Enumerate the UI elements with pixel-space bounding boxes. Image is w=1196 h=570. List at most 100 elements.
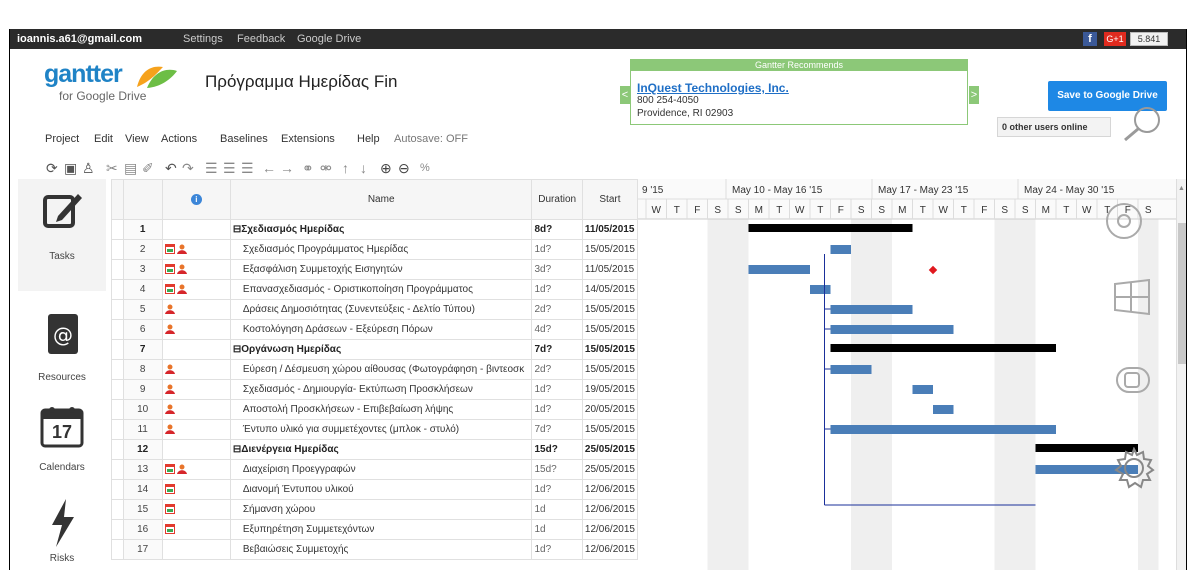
duration-cell[interactable]: 8d? bbox=[531, 219, 583, 240]
link-icon[interactable]: ⚭ bbox=[302, 160, 314, 176]
row-number[interactable]: 1 bbox=[122, 219, 163, 240]
start-cell[interactable]: 14/05/2015 bbox=[581, 279, 639, 300]
start-cell[interactable]: 20/05/2015 bbox=[581, 399, 639, 420]
indent-icon[interactable]: ☰ bbox=[205, 160, 218, 176]
task-name-cell[interactable]: Εξασφάλιση Συμμετοχής Εισηγητών bbox=[229, 259, 533, 280]
table-row[interactable]: 16 Εξυπηρέτηση Συμμετεχόντων 1d 12/06/2015 bbox=[111, 519, 639, 540]
task-name-cell[interactable]: Εύρεση / Δέσμευση χώρου αίθουσας (Φωτογρ… bbox=[229, 359, 533, 380]
start-cell[interactable]: 15/05/2015 bbox=[581, 419, 639, 440]
percent-icon[interactable]: % bbox=[420, 160, 430, 176]
duration-cell[interactable]: 1d? bbox=[531, 379, 583, 400]
duration-cell[interactable]: 1d? bbox=[531, 239, 583, 260]
task-name-cell[interactable]: Αποστολή Προσκλήσεων - Επιβεβαίωση λήψης bbox=[229, 399, 533, 420]
row-number[interactable]: 15 bbox=[122, 499, 163, 520]
start-cell[interactable]: 19/05/2015 bbox=[581, 379, 639, 400]
sidebar-tasks[interactable]: Tasks bbox=[18, 179, 106, 291]
print-icon[interactable]: ♙ bbox=[82, 160, 95, 176]
settings-link[interactable]: Settings bbox=[183, 33, 223, 45]
task-name-cell[interactable]: Σχεδιασμός - Δημιουργία- Εκτύπωση Προσκλ… bbox=[229, 379, 533, 400]
row-number[interactable]: 9 bbox=[122, 379, 163, 400]
row-number[interactable]: 8 bbox=[122, 359, 163, 380]
duration-cell[interactable]: 1d? bbox=[531, 399, 583, 420]
start-cell[interactable]: 12/06/2015 bbox=[581, 539, 639, 560]
duration-cell[interactable]: 15d? bbox=[531, 439, 583, 460]
row-number[interactable]: 2 bbox=[122, 239, 163, 260]
row-number[interactable]: 14 bbox=[122, 479, 163, 500]
table-row[interactable]: 8 Εύρεση / Δέσμευση χώρου αίθουσας (Φωτογ… bbox=[111, 359, 639, 380]
start-cell[interactable]: 11/05/2015 bbox=[581, 259, 639, 280]
search-icon[interactable] bbox=[1107, 105, 1169, 143]
facebook-share-button[interactable]: f bbox=[1083, 32, 1097, 46]
task-name-cell[interactable]: Βεβαιώσεις Συμμετοχής bbox=[229, 539, 533, 560]
menu-edit[interactable]: Edit bbox=[94, 133, 113, 145]
menu-baselines[interactable]: Baselines bbox=[220, 133, 268, 145]
start-cell[interactable]: 25/05/2015 bbox=[581, 459, 639, 480]
task-name-cell[interactable]: Εξυπηρέτηση Συμμετεχόντων bbox=[229, 519, 533, 540]
collapse-icon[interactable]: ⊟ bbox=[233, 444, 241, 455]
collapse-icon[interactable]: ⊟ bbox=[233, 224, 241, 235]
menu-project[interactable]: Project bbox=[45, 133, 79, 145]
outdent-icon[interactable]: ☰ bbox=[223, 160, 236, 176]
table-row[interactable]: 5 Δράσεις Δημοσιότητας (Συνεντεύξεις - Δε… bbox=[111, 299, 639, 320]
task-name-cell[interactable]: Επανασχεδιασμός - Οριστικοποίηση Προγράμ… bbox=[229, 279, 533, 300]
duration-cell[interactable]: 1d? bbox=[531, 279, 583, 300]
task-name-cell[interactable]: Σήμανση χώρου bbox=[229, 499, 533, 520]
task-name-cell[interactable]: Διαχείριση Προεγγραφών bbox=[229, 459, 533, 480]
unlink-icon[interactable]: ⚮ bbox=[320, 160, 332, 176]
vertical-scrollbar[interactable]: ▲ bbox=[1176, 179, 1186, 570]
row-number[interactable]: 5 bbox=[122, 299, 163, 320]
start-cell[interactable]: 12/06/2015 bbox=[581, 519, 639, 540]
task-name-cell[interactable]: ⊟Σχεδιασμός Ημερίδας bbox=[229, 219, 533, 240]
table-row[interactable]: 13 Διαχείριση Προεγγραφών 15d? 25/05/2015 bbox=[111, 459, 639, 480]
row-number[interactable]: 11 bbox=[122, 419, 163, 440]
duration-cell[interactable]: 4d? bbox=[531, 319, 583, 340]
table-row[interactable]: 17 Βεβαιώσεις Συμμετοχής 1d? 12/06/2015 bbox=[111, 539, 639, 560]
duration-cell[interactable]: 7d? bbox=[531, 419, 583, 440]
menu-extensions[interactable]: Extensions bbox=[281, 133, 335, 145]
row-number[interactable]: 17 bbox=[122, 539, 163, 560]
task-name-cell[interactable]: Έντυπο υλικό για συμμετέχοντες (μπλοκ - … bbox=[229, 419, 533, 440]
account-email[interactable]: ioannis.a61@gmail.com bbox=[17, 33, 142, 45]
row-number[interactable]: 4 bbox=[122, 279, 163, 300]
zoom-in-icon[interactable]: ⊕ bbox=[380, 160, 392, 176]
menu-help[interactable]: Help bbox=[357, 133, 380, 145]
scroll-up-arrow-icon[interactable]: ▲ bbox=[1178, 185, 1185, 192]
table-row[interactable]: 4 Επανασχεδιασμός - Οριστικοποίηση Προγρά… bbox=[111, 279, 639, 300]
table-row[interactable]: 12 ⊟Διενέργεια Ημερίδας 15d? 25/05/2015 bbox=[111, 439, 639, 460]
sidebar-calendars[interactable]: 17 Calendars bbox=[18, 405, 106, 485]
collapse-icon[interactable]: ⊟ bbox=[233, 344, 241, 355]
row-number[interactable]: 12 bbox=[122, 439, 163, 460]
task-name-cell[interactable]: Σχεδιασμός Προγράμματος Ημερίδας bbox=[229, 239, 533, 260]
undo-icon[interactable]: ↶ bbox=[165, 160, 177, 176]
grid-header-duration[interactable]: Duration bbox=[531, 179, 583, 220]
task-name-cell[interactable]: ⊟Διενέργεια Ημερίδας bbox=[229, 439, 533, 460]
task-name-cell[interactable]: ⊟Οργάνωση Ημερίδας bbox=[229, 339, 533, 360]
duration-cell[interactable]: 1d? bbox=[531, 539, 583, 560]
duration-cell[interactable]: 1d bbox=[531, 499, 583, 520]
grid-header-info[interactable]: i bbox=[161, 179, 231, 220]
start-cell[interactable]: 12/06/2015 bbox=[581, 479, 639, 500]
feedback-link[interactable]: Feedback bbox=[237, 33, 285, 45]
table-row[interactable]: 14 Διανομή Έντυπου υλικού 1d? 12/06/2015 bbox=[111, 479, 639, 500]
duration-cell[interactable]: 2d? bbox=[531, 299, 583, 320]
table-row[interactable]: 15 Σήμανση χώρου 1d 12/06/2015 bbox=[111, 499, 639, 520]
table-row[interactable]: 7 ⊟Οργάνωση Ημερίδας 7d? 15/05/2015 bbox=[111, 339, 639, 360]
start-cell[interactable]: 15/05/2015 bbox=[581, 339, 639, 360]
table-row[interactable]: 1 ⊟Σχεδιασμός Ημερίδας 8d? 11/05/2015 bbox=[111, 219, 639, 240]
start-cell[interactable]: 25/05/2015 bbox=[581, 439, 639, 460]
recommend-next-button[interactable]: > bbox=[969, 86, 979, 104]
duration-cell[interactable]: 1d? bbox=[531, 479, 583, 500]
duration-cell[interactable]: 1d bbox=[531, 519, 583, 540]
grid-header-start[interactable]: Start bbox=[581, 179, 639, 220]
grid-header-name[interactable]: Name bbox=[229, 179, 533, 220]
duration-cell[interactable]: 3d? bbox=[531, 259, 583, 280]
sidebar-resources[interactable]: @ Resources bbox=[18, 312, 106, 392]
row-number[interactable]: 7 bbox=[122, 339, 163, 360]
refresh-icon[interactable]: ⟳ bbox=[46, 160, 58, 176]
menu-view[interactable]: View bbox=[125, 133, 149, 145]
paste-icon[interactable]: ✐ bbox=[142, 160, 154, 176]
row-number[interactable]: 6 bbox=[122, 319, 163, 340]
start-cell[interactable]: 15/05/2015 bbox=[581, 299, 639, 320]
move-left-icon[interactable]: ← bbox=[262, 160, 276, 176]
start-cell[interactable]: 11/05/2015 bbox=[581, 219, 639, 240]
